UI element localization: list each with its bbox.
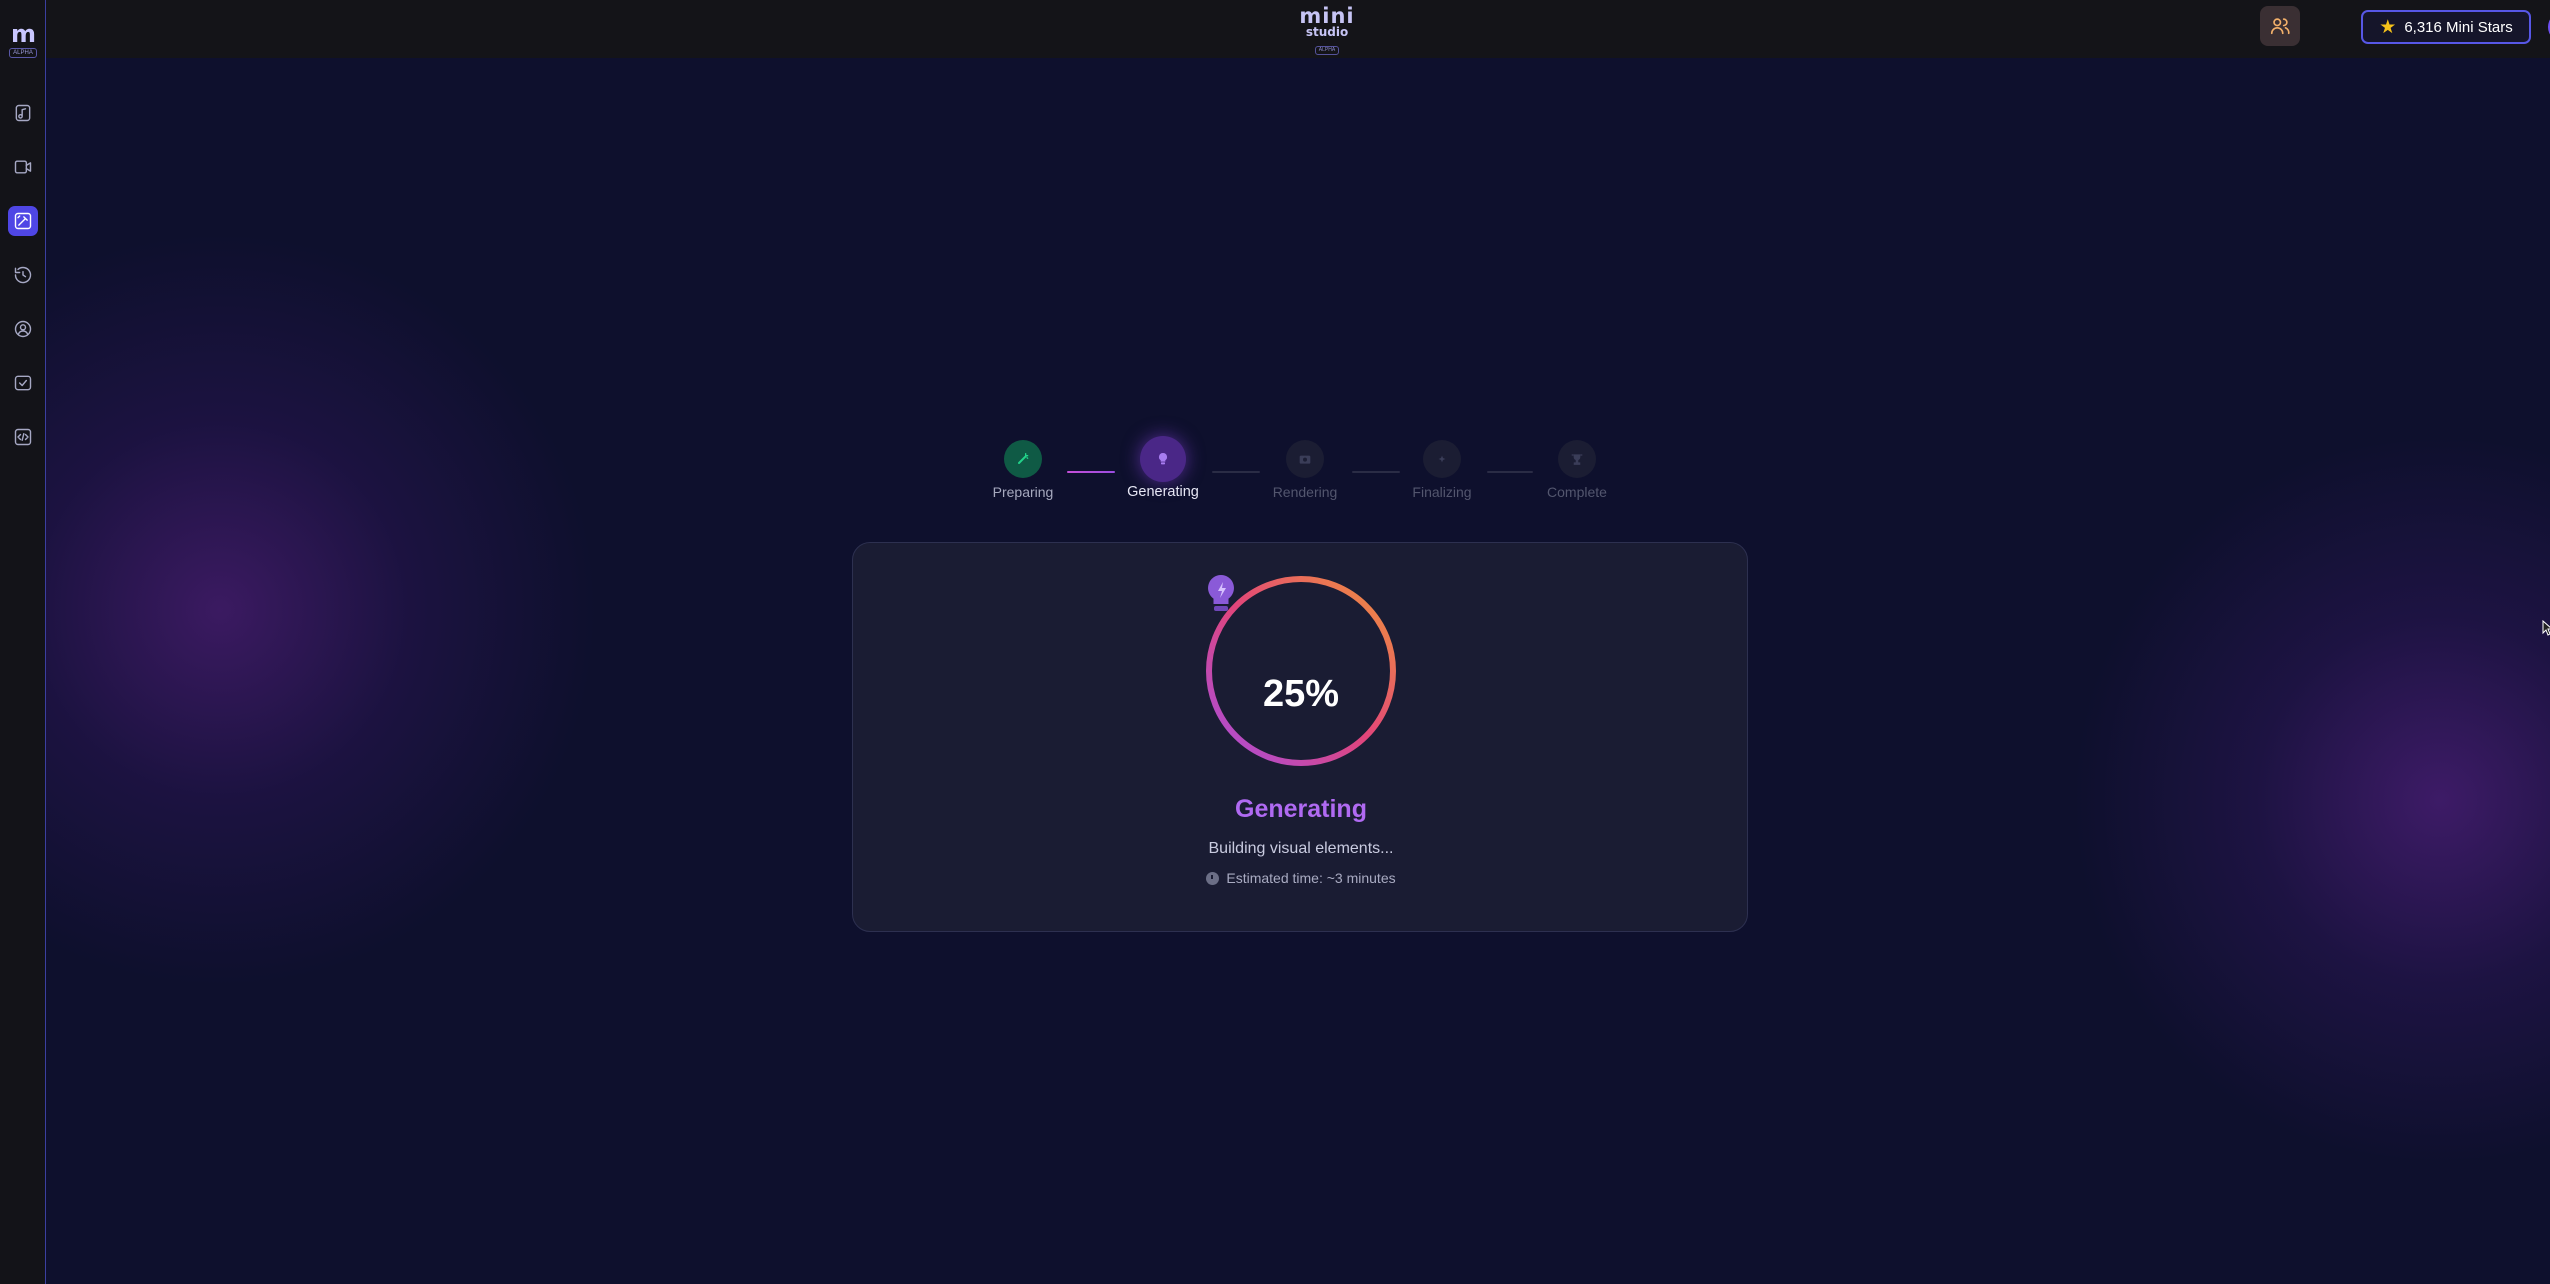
step-generating: Generating xyxy=(1108,436,1218,500)
music-library-icon xyxy=(15,104,31,122)
step-complete-indicator xyxy=(1558,440,1596,478)
sidebar-item-tasks[interactable] xyxy=(8,368,38,398)
magic-wand-icon xyxy=(1018,453,1029,464)
brand-logo[interactable]: mini studio ALPHA xyxy=(1298,4,1356,55)
progress-title: Generating xyxy=(1235,795,1367,823)
clock-icon xyxy=(1206,871,1220,885)
step-finalizing: Finalizing xyxy=(1387,440,1497,500)
star-icon: ★ xyxy=(2379,16,2397,38)
magic-pen-icon xyxy=(14,212,32,230)
sidebar-item-create[interactable] xyxy=(8,206,38,236)
step-preparing: Preparing xyxy=(968,440,1078,500)
sidebar-item-profile[interactable] xyxy=(8,314,38,344)
code-icon xyxy=(14,428,32,446)
mini-stars-balance[interactable]: ★ 6,316 Mini Stars xyxy=(2361,10,2531,44)
tasks-icon xyxy=(14,375,32,391)
background-glow-right xyxy=(2060,440,2550,1160)
progress-status: Building visual elements... xyxy=(1208,840,1394,857)
sparkle-icon xyxy=(1438,455,1446,463)
sidebar-item-code[interactable] xyxy=(8,422,38,452)
brand-logo-top: mini xyxy=(1299,4,1355,28)
lightbulb-icon xyxy=(1158,452,1168,465)
step-finalizing-indicator xyxy=(1423,440,1461,478)
step-complete-label: Complete xyxy=(1547,484,1607,500)
trophy-icon xyxy=(1571,454,1583,465)
sidebar: m ALPHA xyxy=(0,0,46,1284)
mini-stars-label: 6,316 Mini Stars xyxy=(2404,18,2513,36)
logo-alpha-badge: ALPHA xyxy=(9,48,37,58)
brand-alpha-badge: ALPHA xyxy=(1314,46,1340,55)
top-bar: mini studio ALPHA ★ 6,316 Mini Stars xyxy=(46,0,2550,58)
profile-icon xyxy=(14,320,32,338)
app-root: m ALPHA mini studio ALPHA ★ 6,316 Mini S… xyxy=(0,0,2550,1284)
logo-mark: m xyxy=(10,20,36,48)
step-generating-label: Generating xyxy=(1127,484,1199,500)
sidebar-item-music[interactable] xyxy=(8,98,38,128)
users-icon xyxy=(2270,18,2290,35)
step-preparing-indicator xyxy=(1004,440,1042,478)
step-complete: Complete xyxy=(1522,440,1632,500)
step-preparing-label: Preparing xyxy=(992,484,1054,500)
step-finalizing-label: Finalizing xyxy=(1412,484,1472,500)
lightbulb-icon xyxy=(1208,575,1234,611)
history-icon xyxy=(14,266,32,284)
step-rendering-label: Rendering xyxy=(1272,484,1338,500)
step-generating-indicator xyxy=(1140,436,1186,482)
app-logo[interactable]: m ALPHA xyxy=(6,22,40,60)
camera-icon xyxy=(1299,455,1311,464)
brand-logo-bottom: studio xyxy=(1305,25,1349,39)
progress-ring: 25% xyxy=(1203,573,1399,769)
team-button[interactable] xyxy=(2260,6,2300,46)
progress-percent: 25% xyxy=(1262,673,1340,715)
sidebar-item-history[interactable] xyxy=(8,260,38,290)
video-icon xyxy=(14,160,32,174)
sidebar-item-video[interactable] xyxy=(8,152,38,182)
estimated-time: Estimated time: ~3 minutes xyxy=(853,870,1749,886)
mouse-cursor-icon xyxy=(2542,620,2550,636)
background-glow-left xyxy=(0,230,600,990)
step-rendering: Rendering xyxy=(1250,440,1360,500)
step-rendering-indicator xyxy=(1286,440,1324,478)
progress-card: 25% Generating Building visual elements.… xyxy=(852,542,1748,932)
estimated-time-label: Estimated time: ~3 minutes xyxy=(1226,870,1396,886)
